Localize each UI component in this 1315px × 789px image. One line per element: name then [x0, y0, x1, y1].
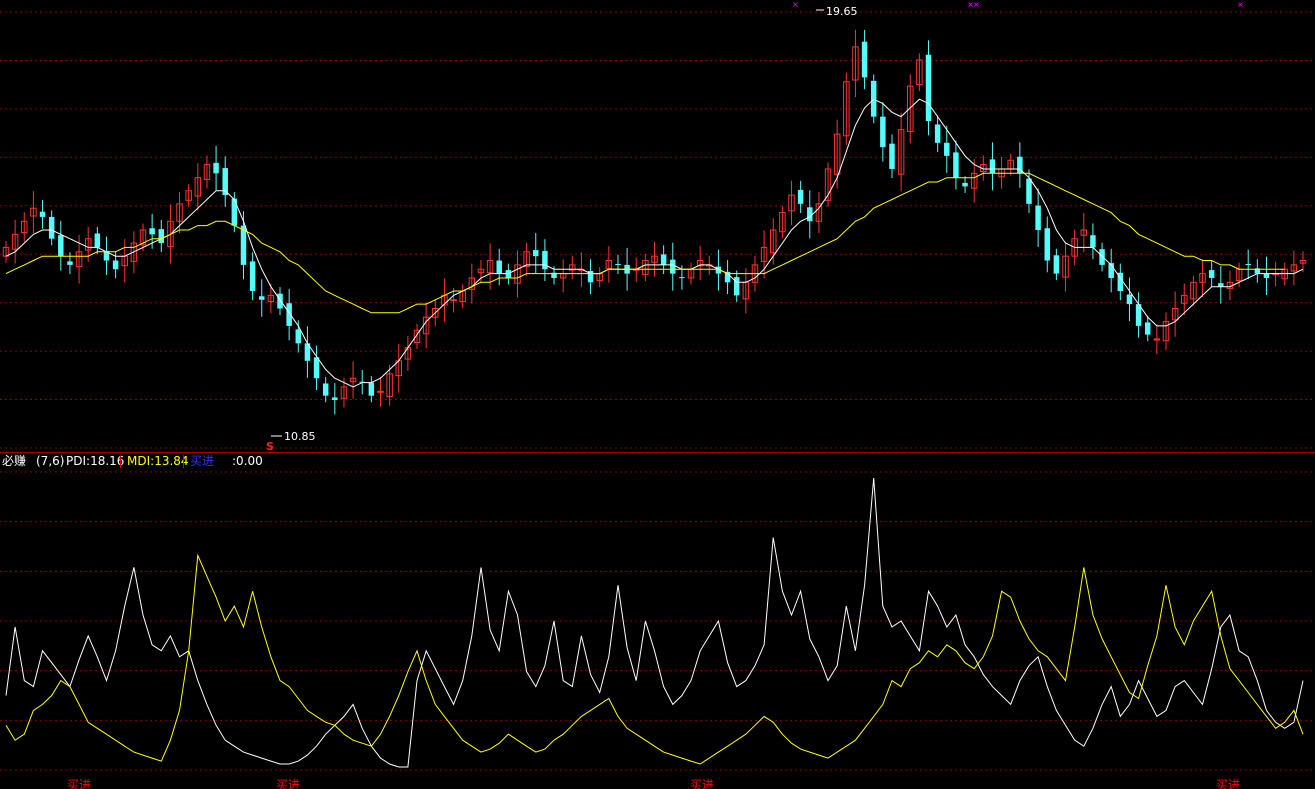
- candle-body-down: [1044, 228, 1050, 261]
- candle-body-up: [377, 390, 384, 393]
- candle-body-down: [962, 182, 968, 187]
- candle-body-down: [368, 382, 375, 396]
- buy-value: :0.00: [232, 454, 263, 468]
- candle-body-down: [322, 383, 329, 396]
- pdi-label-text: PDI:: [66, 454, 91, 468]
- candle-body-down: [889, 143, 895, 169]
- candle-body-down: [542, 250, 548, 270]
- candle-body-down: [1035, 205, 1041, 230]
- candle-body-down: [1144, 322, 1151, 335]
- stock-chart[interactable]: × × × × 19.65 10.85 S 买进 买进 买进 买进: [0, 0, 1315, 789]
- candle-body-down: [58, 235, 64, 257]
- candle-body-down: [679, 277, 685, 279]
- buy-signal-2: 买进: [276, 778, 300, 789]
- candle-body-down: [112, 260, 119, 270]
- mdi-line: [5, 553, 1304, 765]
- cursor-caret-2: [183, 455, 184, 468]
- candle-body-down: [953, 152, 959, 178]
- candle-body-down: [880, 116, 886, 148]
- candle-body-down: [1218, 283, 1224, 287]
- signal-marker: ×: [1237, 0, 1244, 9]
- candle-body-down: [48, 216, 55, 239]
- candle-body-down: [286, 303, 292, 326]
- candle-body-down: [1090, 235, 1096, 248]
- pdi-label: PDI:18.16: [66, 453, 124, 469]
- indicator-params: (7,6): [36, 454, 65, 468]
- indicator-name: 必赚: [2, 454, 27, 468]
- candle-body-down: [313, 357, 320, 379]
- signal-markers: × × × ×: [271, 0, 1244, 437]
- signal-marker: ×: [973, 0, 980, 9]
- cursor-caret-1: [120, 455, 121, 468]
- candle-body-down: [240, 225, 247, 265]
- buy-label: 买进: [190, 454, 215, 468]
- buy-signal-1: 买进: [67, 778, 91, 789]
- indicator-title-bar: 必赚 (7,6) PDI:18.16 MDI:13.84 买进 :0.00: [0, 453, 1315, 469]
- candle-body-down: [1053, 255, 1060, 274]
- candle-body-down: [1245, 264, 1251, 266]
- candle-body-down: [660, 254, 667, 265]
- candle-body-down: [861, 41, 868, 78]
- candlestick-series[interactable]: [2, 29, 1307, 415]
- candle-body-down: [1263, 273, 1270, 278]
- candle-body-down: [332, 397, 338, 401]
- candle-body-down: [213, 162, 219, 174]
- candle-body-down: [39, 211, 46, 217]
- candle-body-down: [934, 124, 941, 143]
- candle-body-down: [67, 261, 73, 265]
- candle-body-down: [249, 261, 256, 292]
- buy-signal-3: 买进: [690, 778, 714, 789]
- candle-body-up: [1153, 338, 1161, 341]
- candle-body-up: [450, 299, 457, 302]
- candle-body-down: [925, 54, 932, 122]
- mdi-label: MDI:13.84: [127, 453, 189, 469]
- signal-marker: ×: [792, 0, 799, 9]
- candle-body-down: [1208, 270, 1215, 278]
- chart-grid: [0, 11, 1315, 771]
- candle-body-down: [615, 264, 621, 266]
- candle-body-down: [1099, 249, 1105, 265]
- high-price-label: 19.65: [826, 5, 858, 18]
- candle-body-down: [1026, 178, 1032, 204]
- low-price-label: 10.85: [284, 430, 316, 443]
- candle-body-down: [807, 207, 813, 222]
- candle-body-down: [496, 260, 502, 274]
- buy-signal-4: 买进: [1216, 778, 1240, 789]
- candle-body-down: [533, 250, 539, 257]
- candle-body-down: [797, 189, 804, 204]
- candle-body-down: [158, 229, 165, 244]
- candle-body-down: [670, 259, 676, 274]
- candle-body-down: [944, 142, 950, 156]
- candle-body-down: [295, 329, 302, 344]
- candle-body-down: [94, 233, 101, 248]
- candle-body-down: [277, 293, 283, 309]
- candle-body-down: [231, 198, 238, 226]
- candle-body-down: [259, 296, 265, 300]
- mdi-label-text: MDI:: [127, 454, 155, 468]
- candle-body-down: [989, 159, 996, 174]
- candle-body-down: [1126, 294, 1133, 305]
- candle-body-down: [149, 228, 155, 235]
